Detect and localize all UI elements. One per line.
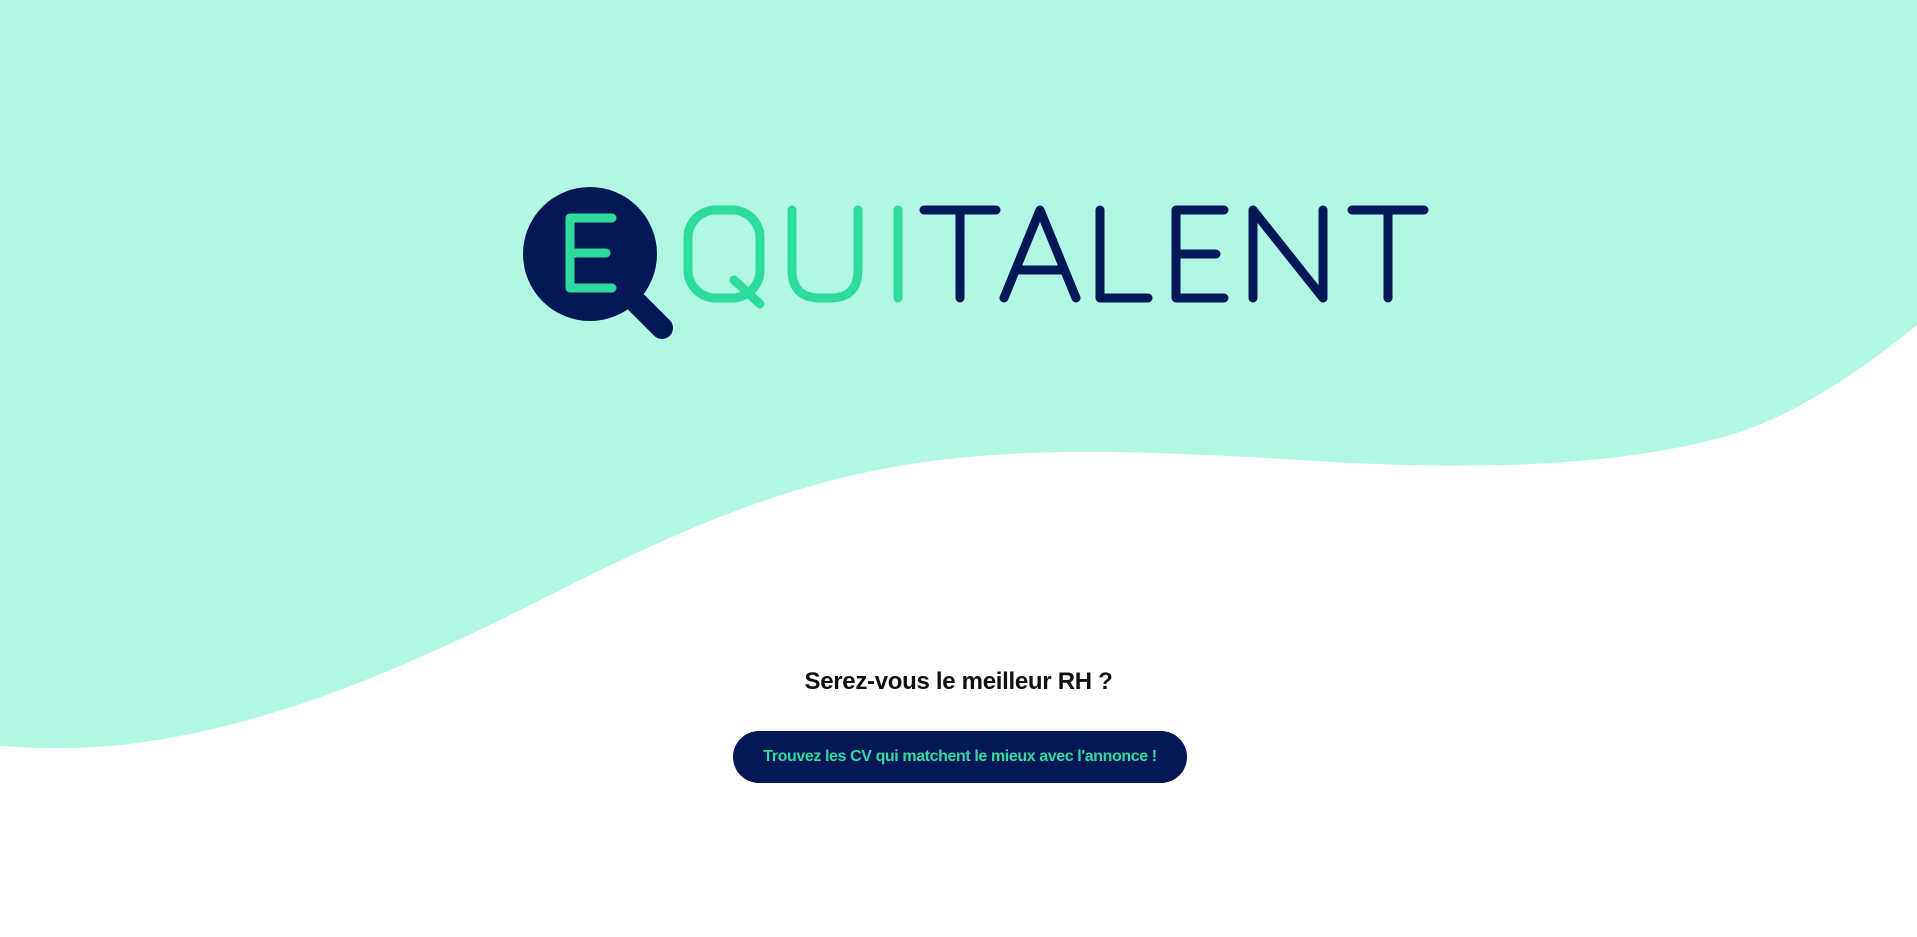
magnifying-glass-icon [523,187,673,339]
landing-page: Serez-vous le meilleur RH ? Trouvez les … [0,0,1917,937]
page-tagline: Serez-vous le meilleur RH ? [804,668,1113,695]
logo-text-qui [683,205,903,309]
mint-wave-background [0,0,1917,749]
logo-text-talent [919,205,1429,303]
equitalent-logo [520,186,1430,346]
find-cv-button[interactable]: Trouvez les CV qui matchent le mieux ave… [733,731,1187,783]
